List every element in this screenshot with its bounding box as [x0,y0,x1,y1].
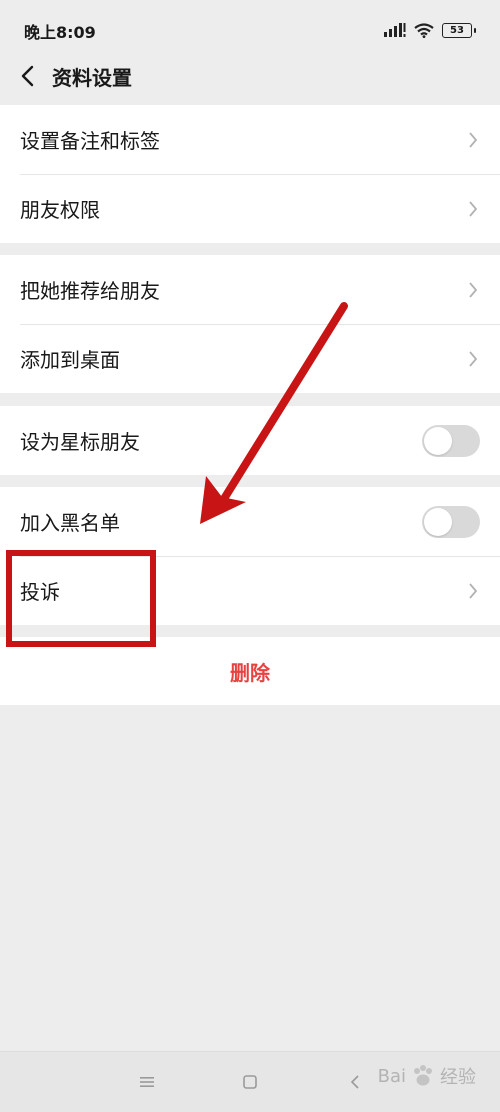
blacklist-toggle[interactable] [422,505,480,538]
row-label: 设置备注和标签 [20,129,160,153]
toggle-knob [424,426,452,455]
row-label: 朋友权限 [20,198,100,222]
row-add-to-blacklist: 加入黑名单 [0,487,500,556]
row-label: 添加到桌面 [20,348,120,372]
watermark-text-2: 经验 [440,1067,476,1088]
star-friend-toggle[interactable] [422,424,480,457]
settings-group-1: 设置备注和标签 朋友权限 [0,105,500,243]
paw-logo-icon [414,1065,432,1086]
chevron-right-icon [469,582,478,599]
back-nav-button[interactable] [345,1072,365,1092]
row-label: 把她推荐给朋友 [20,279,160,303]
row-star-friend: 设为星标朋友 [0,406,500,475]
delete-label: 删除 [230,660,270,685]
back-button[interactable] [12,58,42,94]
row-friend-permissions[interactable]: 朋友权限 [0,174,500,243]
watermark-text-1: Bai [377,1065,406,1087]
back-triangle-icon [350,1075,359,1089]
row-add-to-desktop[interactable]: 添加到桌面 [0,324,500,393]
row-label: 设为星标朋友 [20,430,140,454]
row-label: 加入黑名单 [20,511,120,535]
battery-level: 53 [450,24,464,36]
row-set-remark-tags[interactable]: 设置备注和标签 [0,105,500,174]
delete-button[interactable]: 删除 [0,637,500,705]
wifi-icon [414,22,434,38]
row-recommend-to-friend[interactable]: 把她推荐给朋友 [0,255,500,324]
navigation-bar: 资料设置 [0,48,500,104]
battery-icon: 53 [442,22,476,38]
signal-icon [384,23,406,37]
annotation-highlight-box [6,550,156,647]
menu-icon [140,1077,154,1087]
menu-button[interactable] [137,1072,157,1092]
toggle-knob [424,507,452,536]
status-time: 晚上8:09 [24,23,96,42]
page-title: 资料设置 [52,66,132,90]
watermark: Bai 经验 [378,1063,476,1089]
settings-group-2: 把她推荐给朋友 添加到桌面 [0,255,500,393]
home-square-icon [243,1075,257,1089]
status-icons: 53 [384,20,476,40]
chevron-right-icon [469,200,478,217]
chevron-right-icon [469,131,478,148]
settings-group-3: 设为星标朋友 [0,406,500,475]
chevron-left-icon [21,65,34,87]
chevron-right-icon [469,350,478,367]
chevron-right-icon [469,281,478,298]
home-button[interactable] [240,1072,260,1092]
